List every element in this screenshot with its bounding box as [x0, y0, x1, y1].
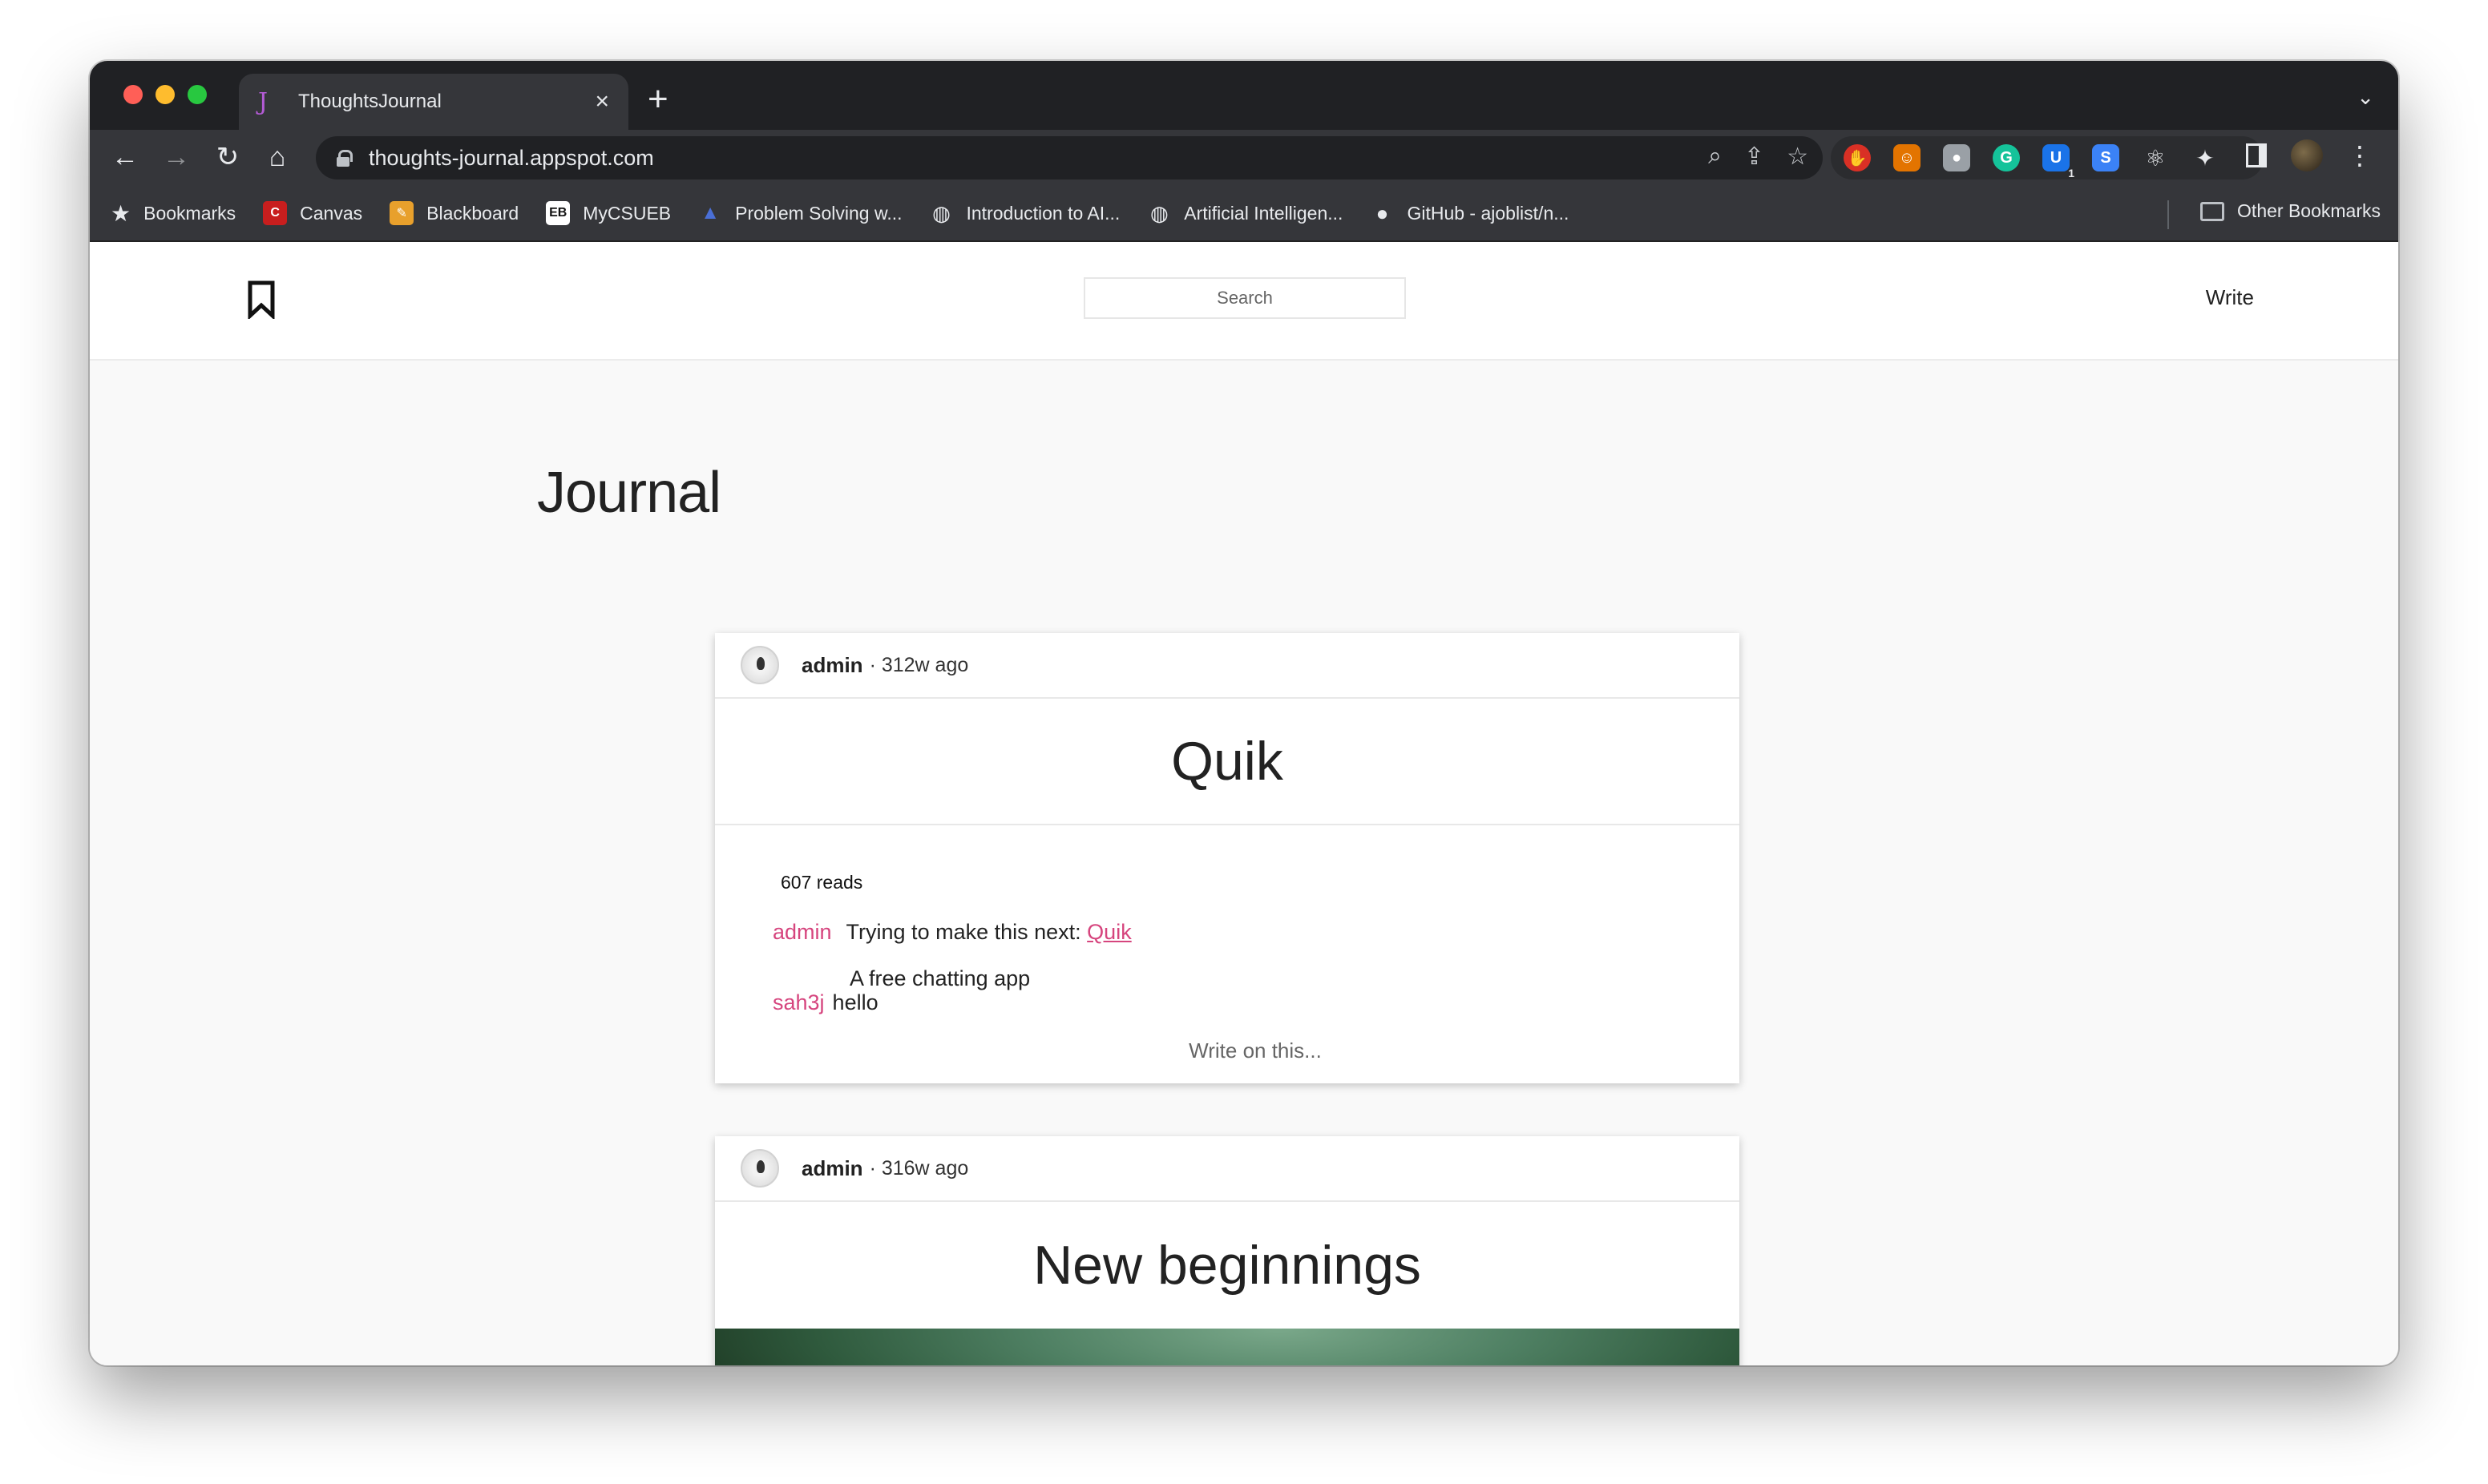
tab-title: ThoughtsJournal	[298, 91, 442, 112]
post-author[interactable]: admin	[802, 653, 863, 678]
bookmark-github[interactable]: ● GitHub - ajoblist/n...	[1370, 201, 1569, 225]
post-time: · 312w ago	[869, 653, 969, 676]
address-bar[interactable]: thoughts-journal.appspot.com ⌕ ⇪ ☆	[316, 136, 1823, 179]
comment-link[interactable]: Quik	[1087, 920, 1132, 944]
s-extension-icon[interactable]: S	[2092, 144, 2119, 171]
browser-window: J ThoughtsJournal × + ⌄ ← → ↻ ⌂ thoughts…	[90, 61, 2398, 1365]
reload-icon[interactable]: ↻	[210, 139, 245, 175]
comment-text: Trying to make this next:	[846, 920, 1088, 944]
write-on-this-button[interactable]: Write on this...	[715, 1038, 1739, 1063]
bitwarden-extension-icon[interactable]: U1	[2042, 144, 2074, 179]
post-card: admin · 312w ago Quik 607 reads admin Try…	[715, 633, 1739, 1083]
post-title[interactable]: New beginnings	[715, 1202, 1739, 1329]
post-author[interactable]: admin	[802, 1156, 863, 1181]
bookmark-canvas[interactable]: C Canvas	[263, 201, 362, 225]
profile-avatar[interactable]	[2291, 139, 2323, 171]
santa-extension-icon[interactable]: ☺	[1893, 144, 1921, 171]
react-devtools-icon[interactable]: ⚛	[2142, 144, 2169, 171]
globe-icon: ◍	[932, 200, 951, 225]
search-input[interactable]	[1084, 277, 1406, 319]
post-card: admin · 316w ago New beginnings	[715, 1136, 1739, 1365]
read-count: 607 reads	[781, 872, 863, 893]
new-tab-button[interactable]: +	[648, 82, 668, 117]
minimize-window-button[interactable]	[156, 85, 175, 104]
star-bookmark-icon[interactable]: ☆	[1787, 143, 1808, 171]
post-title[interactable]: Quik	[715, 699, 1739, 825]
maximize-window-button[interactable]	[188, 85, 207, 104]
home-icon[interactable]: ⌂	[260, 139, 295, 175]
comment-row: sah3j hello	[773, 990, 878, 1015]
post-cover-image	[715, 1329, 1739, 1365]
comment-row: admin Trying to make this next: Quik	[773, 920, 1132, 945]
blackboard-icon: ✎	[390, 201, 414, 225]
close-window-button[interactable]	[123, 85, 143, 104]
forward-arrow-icon[interactable]: →	[159, 139, 194, 175]
page-content: Write Journal admin · 312w ago Quik 607 …	[90, 242, 2398, 1365]
mycsueb-icon: EB	[546, 201, 571, 225]
bookmark-problem-solving[interactable]: ▲ Problem Solving w...	[698, 201, 902, 225]
author-avatar[interactable]	[741, 1149, 779, 1188]
other-bookmarks[interactable]: Other Bookmarks	[2200, 200, 2381, 222]
zoom-icon[interactable]: ⌕	[1708, 143, 1722, 171]
gray-extension-icon[interactable]: ●	[1943, 144, 1970, 171]
browser-toolbar: ← → ↻ ⌂ thoughts-journal.appspot.com ⌕ ⇪…	[90, 130, 2398, 186]
tab-strip: J ThoughtsJournal × + ⌄	[90, 61, 2398, 130]
globe-icon: ◍	[1149, 200, 1169, 225]
grammarly-extension-icon[interactable]: G	[1993, 144, 2020, 171]
more-menu-icon[interactable]: ⋮	[2347, 140, 2373, 171]
puzzle-extensions-icon[interactable]: ✦	[2191, 144, 2219, 171]
write-link[interactable]: Write	[2206, 285, 2254, 310]
lock-icon[interactable]	[337, 150, 353, 167]
author-avatar[interactable]	[741, 646, 779, 684]
comment-text: hello	[832, 990, 878, 1014]
adblock-extension-icon[interactable]: ✋	[1844, 144, 1871, 171]
post-header: admin · 316w ago	[715, 1136, 1739, 1202]
post-header: admin · 312w ago	[715, 633, 1739, 699]
share-icon[interactable]: ⇪	[1744, 143, 1764, 171]
bookmarks-bar: ★ Bookmarks C Canvas ✎ Blackboard EB MyC…	[90, 186, 2398, 242]
bookmarks-separator	[2167, 200, 2169, 229]
comment-continuation: A free chatting app	[850, 966, 1031, 990]
bookmark-blackboard[interactable]: ✎ Blackboard	[390, 201, 519, 225]
github-icon: ●	[1375, 200, 1389, 225]
post-body: 607 reads admin Trying to make this next:…	[715, 825, 1739, 1082]
close-tab-icon[interactable]: ×	[595, 90, 609, 114]
extensions-group: ✋ ☺ ● G U1 S ⚛ ✦	[1831, 136, 2264, 179]
back-arrow-icon[interactable]: ←	[107, 139, 143, 175]
journal-favicon-icon: J	[258, 87, 269, 116]
bookmark-mycsueb[interactable]: EB MyCSUEB	[546, 201, 671, 225]
chevron-down-icon[interactable]: ⌄	[2357, 85, 2374, 110]
site-header: Write	[90, 242, 2398, 361]
bookmark-artificial-intelligence[interactable]: ◍ Artificial Intelligen...	[1147, 201, 1343, 225]
triangle-icon: ▲	[701, 202, 720, 224]
bookmark-intro-ai[interactable]: ◍ Introduction to AI...	[930, 200, 1120, 225]
bookmark-logo-icon[interactable]	[247, 280, 276, 319]
tab-thoughtsjournal[interactable]: J ThoughtsJournal ×	[239, 74, 628, 130]
canvas-icon: C	[263, 201, 288, 225]
comment-user[interactable]: sah3j	[773, 990, 825, 1014]
comment-user[interactable]: admin	[773, 920, 832, 944]
post-time: · 316w ago	[869, 1156, 969, 1180]
page-title: Journal	[537, 461, 721, 525]
star-icon: ★	[111, 200, 131, 226]
url-text[interactable]: thoughts-journal.appspot.com	[369, 146, 654, 171]
bookmark-bookmarks[interactable]: ★ Bookmarks	[111, 200, 236, 227]
folder-icon	[2200, 201, 2225, 221]
side-panel-icon[interactable]	[2246, 143, 2267, 167]
